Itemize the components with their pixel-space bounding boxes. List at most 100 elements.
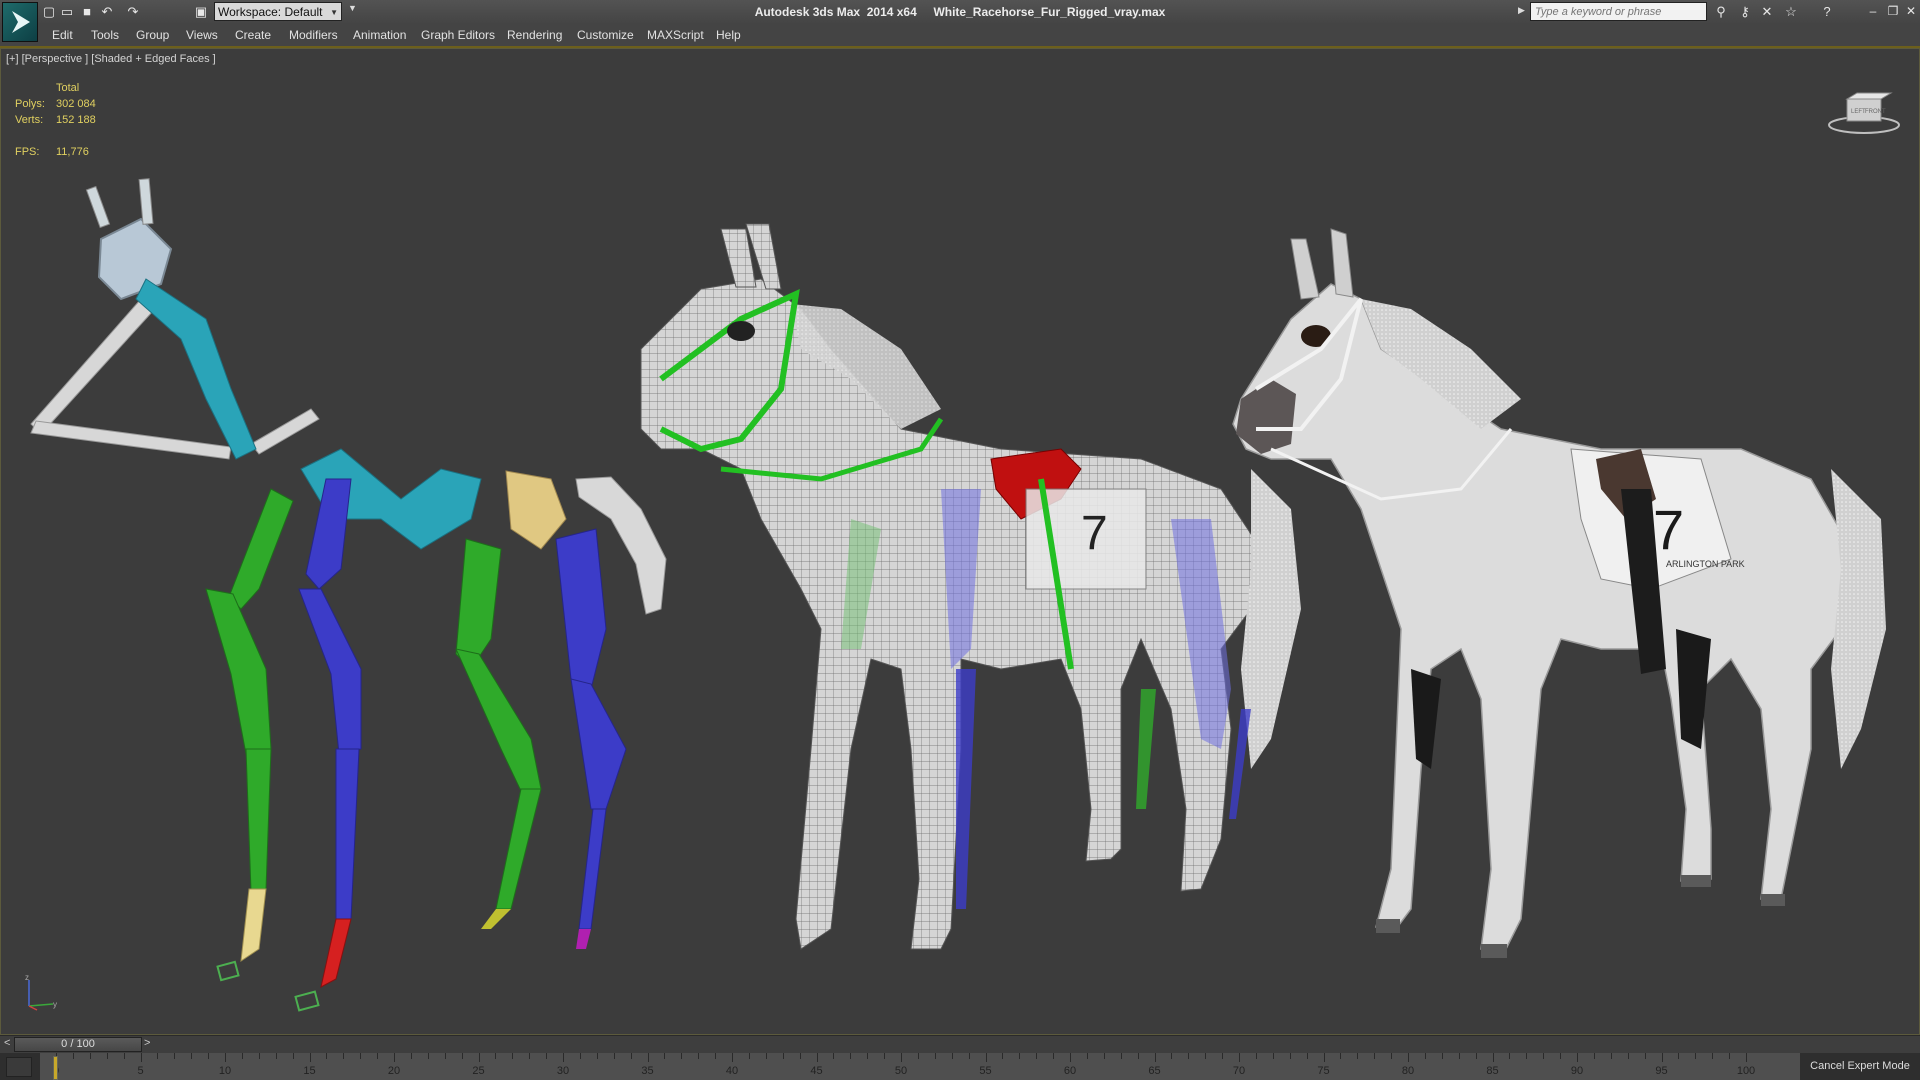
track-tick xyxy=(748,1053,750,1059)
menu-views[interactable]: Views xyxy=(186,27,218,43)
menu-help[interactable]: Help xyxy=(716,27,741,43)
menu-rendering[interactable]: Rendering xyxy=(507,27,562,43)
binoculars-icon[interactable]: ⚲ xyxy=(1712,3,1730,21)
wire-saddle-number: 7 xyxy=(1081,507,1108,560)
track-bar: 0510152025303540455055606570758085909510… xyxy=(0,1053,1920,1080)
track-tick xyxy=(478,1053,480,1062)
track-tick-label: 5 xyxy=(137,1065,144,1077)
track-tick xyxy=(596,1053,598,1059)
viewcube-icon[interactable]: LEFT FRONT xyxy=(1827,87,1901,137)
info-center-icon[interactable]: ✕ xyxy=(1758,3,1776,21)
track-tick xyxy=(816,1053,818,1062)
track-tick xyxy=(275,1053,277,1059)
viewcube-front-label: FRONT xyxy=(1865,109,1886,115)
track-tick xyxy=(106,1053,108,1059)
star-icon[interactable]: ☆ xyxy=(1782,3,1800,21)
playhead-marker[interactable] xyxy=(53,1056,58,1080)
rendered-horse[interactable]: 7 ARLINGTON PARK xyxy=(1232,228,1886,958)
track-tick xyxy=(1526,1053,1528,1059)
track-tick xyxy=(258,1053,260,1059)
track-tick xyxy=(951,1053,953,1059)
scene-canvas[interactable]: 7 7 ARLINGTON PARK xyxy=(1,49,1919,1034)
track-tick xyxy=(968,1053,970,1059)
track-tick xyxy=(884,1053,886,1059)
track-tick xyxy=(360,1053,362,1059)
track-tick xyxy=(901,1053,902,1062)
track-tick xyxy=(613,1053,615,1059)
track-tick xyxy=(1644,1053,1646,1059)
track-tick xyxy=(1661,1053,1663,1062)
workspace-dropdown[interactable]: Workspace: Default ▼ xyxy=(214,2,342,21)
track-tick xyxy=(1137,1053,1139,1059)
wireframe-horse[interactable]: 7 xyxy=(640,223,1301,950)
app-logo-icon[interactable] xyxy=(2,2,38,42)
track-tick xyxy=(191,1053,193,1059)
track-tick xyxy=(208,1053,210,1059)
track-tick xyxy=(546,1053,548,1059)
menu-maxscript[interactable]: MAXScript xyxy=(647,27,704,43)
cancel-expert-mode-button[interactable]: Cancel Expert Mode xyxy=(1800,1053,1920,1080)
track-tick-label: 15 xyxy=(303,1065,316,1077)
bone-rig-horse[interactable] xyxy=(30,178,667,1012)
help-glyph: ? xyxy=(1823,4,1831,19)
saddle-number: 7 xyxy=(1653,498,1684,561)
menu-modifiers[interactable]: Modifiers xyxy=(289,27,338,43)
track-tick xyxy=(1357,1053,1359,1059)
chevron-down-icon: ▼ xyxy=(330,8,338,17)
time-slider-prev-button[interactable]: < xyxy=(4,1037,10,1049)
track-tick xyxy=(1593,1053,1595,1059)
track-tick xyxy=(1509,1053,1511,1059)
track-tick xyxy=(630,1053,632,1059)
minimize-icon[interactable]: – xyxy=(1864,2,1882,20)
track-tick xyxy=(1543,1053,1545,1059)
help-icon[interactable]: ? xyxy=(1818,3,1836,21)
track-tick xyxy=(1746,1053,1747,1062)
track-tick xyxy=(1729,1053,1731,1059)
track-tick xyxy=(1391,1053,1393,1059)
track-tick xyxy=(292,1053,294,1059)
restore-icon[interactable]: ❐ xyxy=(1884,2,1902,20)
menu-customize[interactable]: Customize xyxy=(577,27,634,43)
track-tick xyxy=(1408,1053,1409,1062)
key-icon[interactable]: ⚷ xyxy=(1736,3,1754,21)
track-tick xyxy=(1492,1053,1494,1062)
menu-graph-editors[interactable]: Graph Editors xyxy=(421,27,495,43)
save-icon[interactable]: ■ xyxy=(78,3,96,21)
search-input[interactable] xyxy=(1530,2,1707,21)
track-tick xyxy=(647,1053,649,1062)
track-tick xyxy=(427,1053,429,1059)
time-slider-next-button[interactable]: > xyxy=(144,1037,150,1049)
track-tick xyxy=(563,1053,564,1062)
track-tick xyxy=(1560,1053,1562,1059)
search-expand-icon[interactable]: ▶ xyxy=(1518,5,1525,16)
track-tick xyxy=(377,1053,379,1059)
track-tick xyxy=(140,1053,142,1062)
redo-icon[interactable]: ↷ xyxy=(124,3,142,21)
time-slider[interactable]: < 0 / 100 > xyxy=(0,1035,1920,1054)
track-tick xyxy=(867,1053,869,1059)
track-ruler[interactable]: 0510152025303540455055606570758085909510… xyxy=(40,1053,1800,1080)
track-tick-label: 20 xyxy=(387,1065,401,1077)
menu-animation[interactable]: Animation xyxy=(353,27,406,43)
perspective-viewport[interactable]: [+] [Perspective ] [Shaded + Edged Faces… xyxy=(0,48,1920,1035)
track-tick-label: 40 xyxy=(725,1065,739,1077)
track-tick xyxy=(495,1053,497,1059)
mini-curve-editor-icon[interactable] xyxy=(6,1057,32,1077)
menu-group[interactable]: Group xyxy=(136,27,169,43)
quick-access-expand-icon[interactable]: ▼ xyxy=(348,3,357,13)
time-slider-thumb[interactable]: 0 / 100 xyxy=(14,1037,142,1052)
track-tick xyxy=(850,1053,852,1059)
project-folder-icon[interactable]: ▣ xyxy=(192,3,210,21)
menu-create[interactable]: Create xyxy=(235,27,271,43)
new-icon[interactable]: ▢ xyxy=(40,3,58,21)
track-tick xyxy=(123,1053,125,1059)
undo-icon[interactable]: ↶ xyxy=(98,3,116,21)
menu-edit[interactable]: Edit xyxy=(52,27,73,43)
menu-tools[interactable]: Tools xyxy=(91,27,119,43)
close-icon[interactable]: ✕ xyxy=(1902,2,1920,20)
open-icon[interactable]: ▭ xyxy=(58,3,76,21)
track-tick xyxy=(1610,1053,1612,1059)
track-tick xyxy=(89,1053,91,1059)
track-tick xyxy=(241,1053,243,1059)
track-tick xyxy=(1340,1053,1342,1059)
